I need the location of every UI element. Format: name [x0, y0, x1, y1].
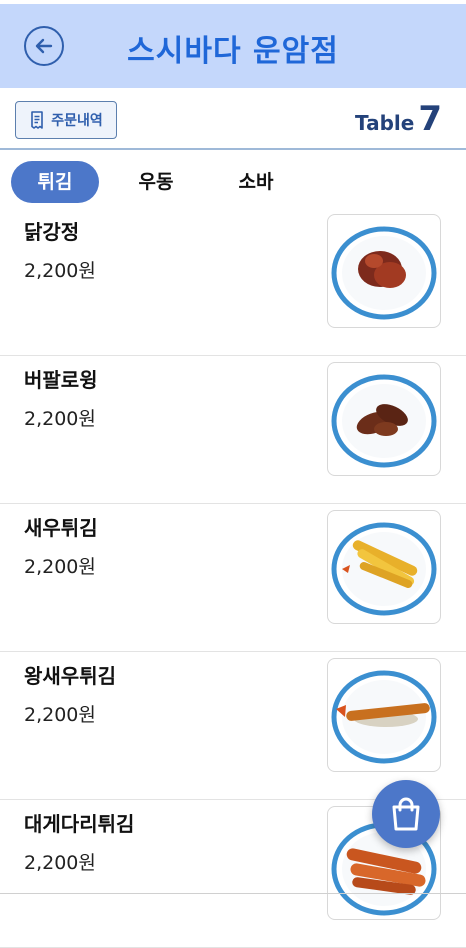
menu-item[interactable]: 닭강정 2,200원	[0, 208, 466, 356]
item-image[interactable]	[327, 362, 441, 476]
bottom-divider	[0, 893, 466, 894]
item-name: 대게다리튀김	[24, 812, 135, 836]
table-word: Table	[355, 111, 415, 135]
store-title: 스시바다 운암점	[127, 34, 339, 69]
item-image[interactable]	[327, 510, 441, 624]
item-price: 2,200원	[24, 556, 96, 578]
item-image[interactable]	[327, 658, 441, 772]
order-history-label: 주문내역	[51, 113, 103, 129]
tab-udon[interactable]: 우동	[112, 161, 200, 203]
receipt-icon	[31, 111, 44, 129]
shopping-bag-icon	[392, 797, 420, 831]
item-name: 버팔로윙	[24, 368, 98, 392]
table-number: 7	[418, 99, 442, 139]
cart-button[interactable]	[372, 780, 440, 848]
tab-tempura[interactable]: 튀김	[11, 161, 99, 203]
table-indicator: Table 7	[355, 102, 442, 136]
item-price: 2,200원	[24, 704, 96, 726]
item-name: 왕새우튀김	[24, 664, 116, 688]
menu-item[interactable]: 왕새우튀김 2,200원	[0, 652, 466, 800]
item-name: 닭강정	[24, 220, 80, 244]
menu-item[interactable]: 새우튀김 2,200원	[0, 504, 466, 652]
sub-toolbar: 주문내역 Table 7	[0, 88, 466, 150]
order-history-button[interactable]: 주문내역	[15, 101, 117, 139]
item-image[interactable]	[327, 214, 441, 328]
item-name: 새우튀김	[24, 516, 98, 540]
app-header: 스시바다 운암점	[0, 4, 466, 88]
item-price: 2,200원	[24, 260, 96, 282]
item-price: 2,200원	[24, 852, 96, 874]
tab-soba[interactable]: 소바	[212, 161, 300, 203]
item-price: 2,200원	[24, 408, 96, 430]
menu-item[interactable]: 버팔로윙 2,200원	[0, 356, 466, 504]
category-tabs: 튀김 우동 소바	[0, 158, 300, 206]
